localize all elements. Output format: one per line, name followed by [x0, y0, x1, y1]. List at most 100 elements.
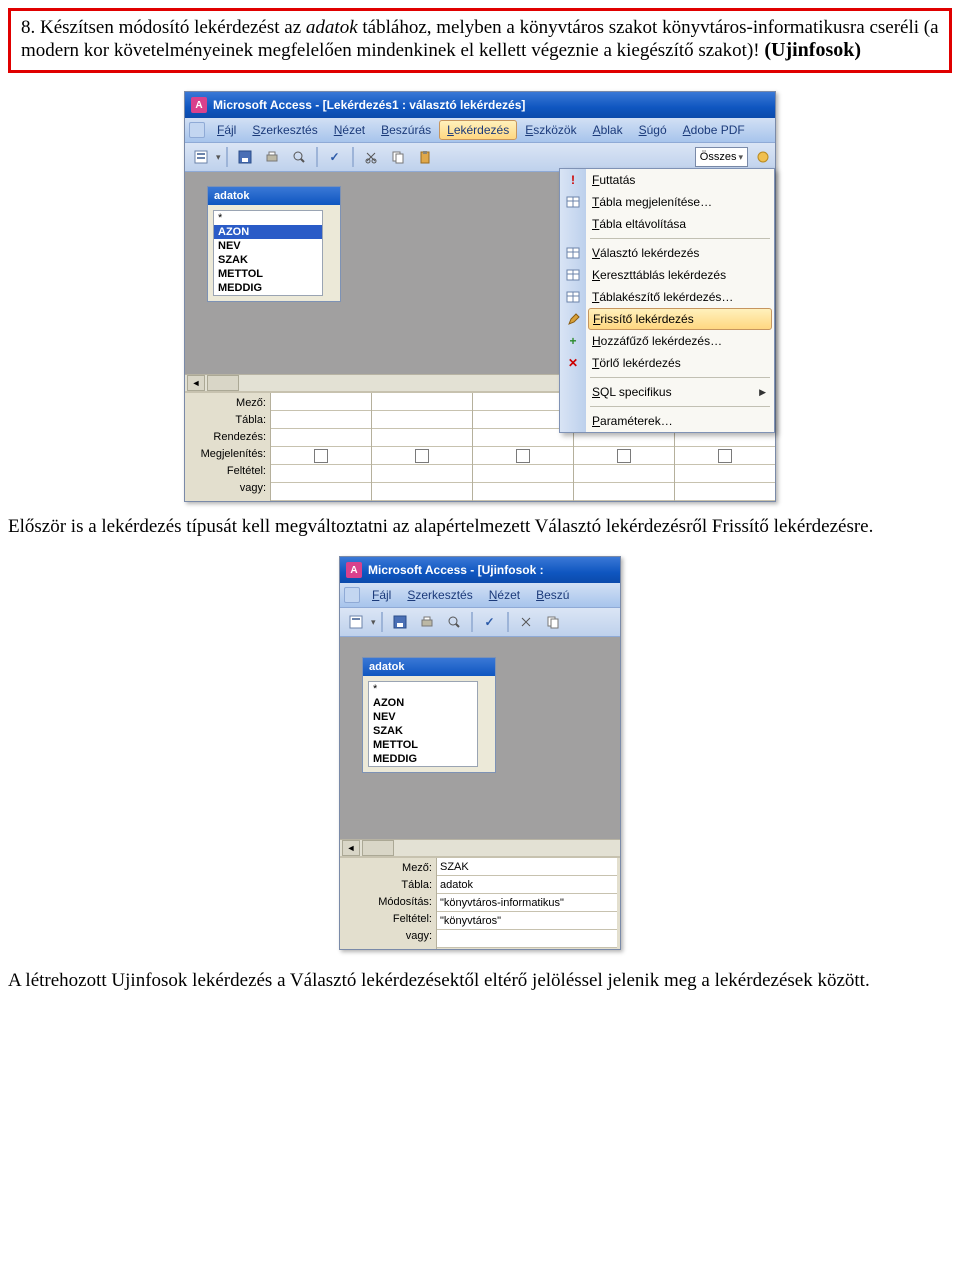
grid-cell[interactable]: "könyvtáros" [437, 912, 617, 930]
menu-szerkesztés[interactable]: Szerkesztés [244, 120, 325, 140]
menu-nézet[interactable]: Nézet [326, 120, 373, 140]
menu-szerkesztés[interactable]: Szerkesztés [399, 585, 480, 605]
spell-button[interactable]: ✓ [478, 610, 502, 634]
field-METTOL[interactable]: METTOL [369, 738, 477, 752]
menu-súgó[interactable]: Súgó [631, 120, 675, 140]
print-button[interactable] [415, 610, 439, 634]
cut-button[interactable] [514, 610, 538, 634]
menu-item-kereszttáblás-lekérdezés[interactable]: Kereszttáblás lekérdezés [560, 264, 774, 286]
table-box-2[interactable]: adatok *AZONNEVSZAKMETTOLMEDDIG [362, 657, 496, 773]
grid-cell[interactable]: "könyvtáros-informatikus" [437, 894, 617, 912]
limit-dropdown[interactable]: Összes ▾ [695, 147, 748, 167]
grid-column[interactable] [371, 393, 472, 501]
field-list-1[interactable]: *AZONNEVSZAKMETTOLMEDDIG [213, 210, 323, 296]
field-MEDDIG[interactable]: MEDDIG [214, 281, 322, 295]
grid-cell[interactable] [574, 447, 674, 465]
copy-button[interactable] [386, 145, 410, 169]
menu-eszközök[interactable]: Eszközök [517, 120, 584, 140]
menu-ablak[interactable]: Ablak [585, 120, 631, 140]
menu-item-tábla-megjelenítése-[interactable]: Tábla megjelenítése… [560, 191, 774, 213]
spell-button[interactable]: ✓ [323, 145, 347, 169]
grid-cell[interactable] [271, 411, 371, 429]
menu-item-paraméterek-[interactable]: Paraméterek… [560, 410, 774, 432]
grid-cell[interactable]: SZAK [437, 858, 617, 876]
print-button[interactable] [260, 145, 284, 169]
save-button[interactable] [388, 610, 412, 634]
grid-column[interactable] [270, 393, 371, 501]
menu-item-választó-lekérdezés[interactable]: Választó lekérdezés [560, 242, 774, 264]
view-dropdown-button[interactable] [344, 610, 368, 634]
grid-cell[interactable] [574, 465, 674, 483]
field-AZON[interactable]: AZON [214, 225, 322, 239]
show-checkbox[interactable] [617, 449, 631, 463]
field-AZON[interactable]: AZON [369, 696, 477, 710]
menu-fájl[interactable]: Fájl [209, 120, 244, 140]
menu-item-sql-specifikus[interactable]: SQL specifikus▶ [560, 381, 774, 403]
grid-column[interactable]: SZAKadatok"könyvtáros-informatikus""köny… [436, 858, 617, 949]
grid-cell[interactable] [473, 393, 573, 411]
table-box-1[interactable]: adatok *AZONNEVSZAKMETTOLMEDDIG [207, 186, 341, 302]
show-checkbox[interactable] [314, 449, 328, 463]
field-*[interactable]: * [214, 211, 322, 225]
scroll-thumb[interactable] [207, 375, 239, 391]
grid-cell[interactable] [372, 465, 472, 483]
field-*[interactable]: * [369, 682, 477, 696]
show-checkbox[interactable] [516, 449, 530, 463]
save-button[interactable] [233, 145, 257, 169]
view-dropdown-button[interactable] [189, 145, 213, 169]
grid-cell[interactable] [574, 483, 674, 501]
grid-cell[interactable] [473, 447, 573, 465]
menu-lekérdezés[interactable]: Lekérdezés [439, 120, 517, 140]
grid-cell[interactable] [675, 447, 775, 465]
grid-cell[interactable] [437, 930, 617, 948]
grid-cell[interactable] [675, 483, 775, 501]
field-METTOL[interactable]: METTOL [214, 267, 322, 281]
scroll-left-icon[interactable]: ◄ [342, 840, 360, 856]
grid-cell[interactable] [372, 447, 472, 465]
paste-button[interactable] [413, 145, 437, 169]
field-SZAK[interactable]: SZAK [369, 724, 477, 738]
grid-column[interactable] [472, 393, 573, 501]
menu-fájl[interactable]: Fájl [364, 585, 399, 605]
mdi-control-icon[interactable] [344, 587, 360, 603]
grid-cell[interactable]: adatok [437, 876, 617, 894]
grid-cell[interactable] [473, 483, 573, 501]
scroll-thumb[interactable] [362, 840, 394, 856]
menu-adobe pdf[interactable]: Adobe PDF [675, 120, 753, 140]
grid-cell[interactable] [675, 465, 775, 483]
show-checkbox[interactable] [415, 449, 429, 463]
show-checkbox[interactable] [718, 449, 732, 463]
menu-item-táblakészítő-lekérdezés-[interactable]: Táblakészítő lekérdezés… [560, 286, 774, 308]
field-NEV[interactable]: NEV [369, 710, 477, 724]
grid-cell[interactable] [271, 465, 371, 483]
menu-item-törlő-lekérdezés[interactable]: ✕Törlő lekérdezés [560, 352, 774, 374]
scroll-left-icon[interactable]: ◄ [187, 375, 205, 391]
hscrollbar-2[interactable]: ◄ [340, 839, 620, 856]
help-button[interactable] [751, 145, 775, 169]
grid-cell[interactable] [372, 429, 472, 447]
preview-button[interactable] [442, 610, 466, 634]
field-MEDDIG[interactable]: MEDDIG [369, 752, 477, 766]
grid-cell[interactable] [473, 465, 573, 483]
preview-button[interactable] [287, 145, 311, 169]
grid-cell[interactable] [372, 393, 472, 411]
grid-cell[interactable] [271, 393, 371, 411]
menu-beszúrás[interactable]: Beszúrás [373, 120, 439, 140]
field-SZAK[interactable]: SZAK [214, 253, 322, 267]
grid-cell[interactable] [271, 447, 371, 465]
menu-nézet[interactable]: Nézet [481, 585, 528, 605]
menu-item-futtatás[interactable]: !Futtatás [560, 169, 774, 191]
grid-cell[interactable] [372, 411, 472, 429]
grid-cell[interactable] [473, 411, 573, 429]
cut-button[interactable] [359, 145, 383, 169]
grid-cell[interactable] [271, 429, 371, 447]
grid-cell[interactable] [271, 483, 371, 501]
field-list-2[interactable]: *AZONNEVSZAKMETTOLMEDDIG [368, 681, 478, 767]
menu-item-frissítő-lekérdezés[interactable]: Frissítő lekérdezés [588, 308, 772, 330]
grid-cell[interactable] [372, 483, 472, 501]
design-grid-2[interactable]: Mező:Tábla:Módosítás:Feltétel:vagy: SZAK… [340, 856, 620, 949]
menu-item-hozzáfűző-lekérdezés-[interactable]: +Hozzáfűző lekérdezés… [560, 330, 774, 352]
menu-beszú[interactable]: Beszú [528, 585, 577, 605]
field-NEV[interactable]: NEV [214, 239, 322, 253]
mdi-control-icon[interactable] [189, 122, 205, 138]
